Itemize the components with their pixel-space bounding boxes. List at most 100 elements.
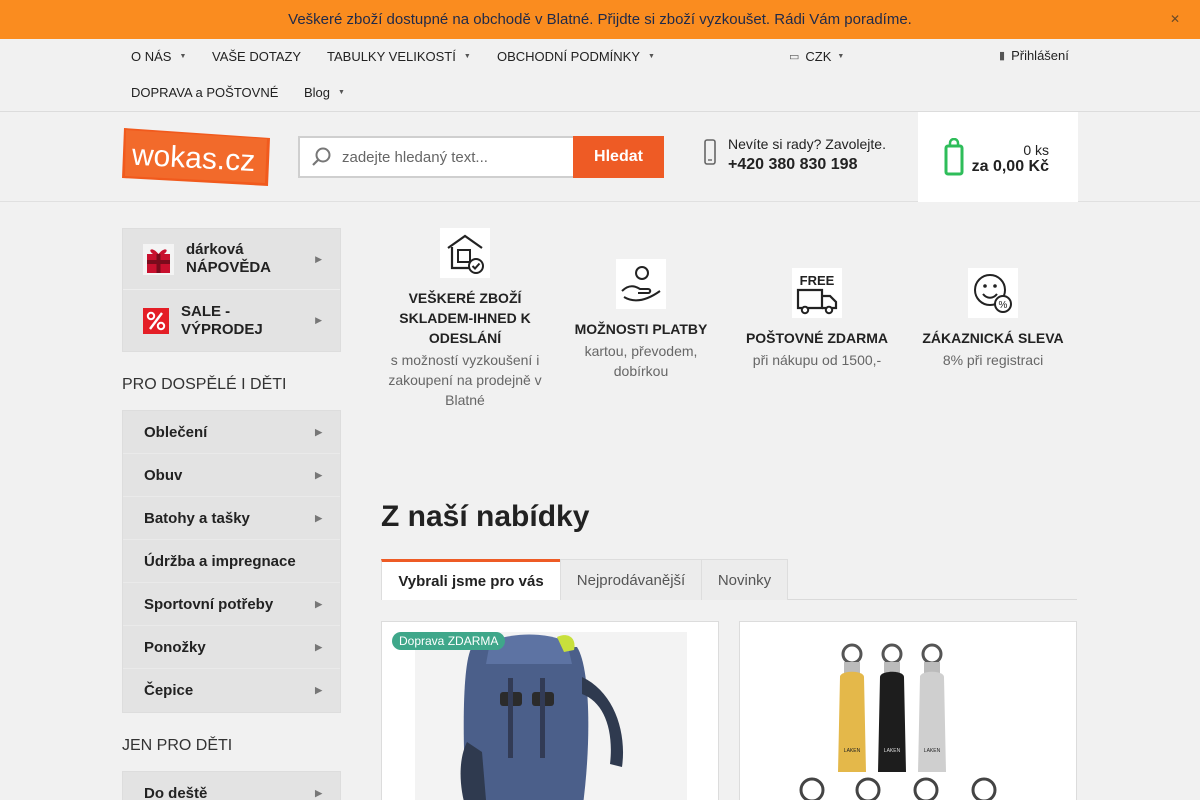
search-button[interactable]: Hledat xyxy=(573,136,664,178)
cart-total: za 0,00 Kč xyxy=(971,158,1049,175)
benefit-subtitle: s možností vyzkoušení i zakoupení na pro… xyxy=(388,352,542,408)
percent-icon xyxy=(143,307,169,334)
free-label: FREE xyxy=(800,273,835,288)
gift-icon xyxy=(143,243,174,275)
menu-item-podminky[interactable]: OBCHODNÍ PODMÍNKY ▼ xyxy=(497,49,655,64)
menu-item-label: O NÁS xyxy=(131,49,172,64)
tab-vybrali-jsme[interactable]: Vybrali jsme pro vás xyxy=(381,559,561,600)
discount-smile-icon: % xyxy=(968,268,1018,318)
chevron-right-icon: ▶ xyxy=(315,315,322,325)
chevron-right-icon: ▶ xyxy=(315,598,322,609)
close-icon[interactable]: ✕ xyxy=(1168,12,1182,26)
category-label: Údržba a impregnace xyxy=(144,552,296,570)
menu-item-label: VAŠE DOTAZY xyxy=(212,49,302,64)
chevron-right-icon: ▶ xyxy=(315,788,322,798)
menu-item-dotazy[interactable]: VAŠE DOTAZY xyxy=(212,49,301,64)
chevron-right-icon: ▶ xyxy=(315,512,322,523)
benefit-item: VEŠKERÉ ZBOŽÍ SKLADEM-IHNED K ODESLÁNÍ s… xyxy=(381,228,549,410)
header: wokas.cz Hledat Nevíte si rady? Zavolejt… xyxy=(0,112,1200,202)
search-input[interactable] xyxy=(342,148,562,166)
currency-label: CZK xyxy=(805,49,832,64)
product-card[interactable]: Doprava ZDARMA xyxy=(381,621,719,800)
svg-text:%: % xyxy=(999,300,1008,311)
chevron-right-icon: ▶ xyxy=(315,469,322,480)
benefit-title: VEŠKERÉ ZBOŽÍ SKLADEM-IHNED K ODESLÁNÍ xyxy=(399,290,531,346)
payment-hand-icon xyxy=(616,259,666,309)
sidebar-item-darkova-napoveda[interactable]: dárková NÁPOVĚDA ▶ xyxy=(123,229,340,290)
menu-item-doprava[interactable]: DOPRAVA a POŠTOVNÉ xyxy=(131,85,278,100)
login-link[interactable]: ▮ Přihlášení xyxy=(999,48,1069,63)
svg-text:LAKEN: LAKEN xyxy=(884,748,901,754)
benefit-title: ZÁKAZNICKÁ SLEVA xyxy=(922,330,1064,346)
currency-selector[interactable]: ▭ CZK ▼ xyxy=(789,49,844,64)
lock-icon: ▮ xyxy=(999,50,1006,62)
cart-bag-icon xyxy=(944,138,964,176)
cart-widget[interactable]: 0 ks za 0,00 Kč xyxy=(918,112,1078,202)
category-label: Batohy a tašky xyxy=(144,509,250,527)
bottles-image: LAKEN LAKEN LAKEN xyxy=(740,622,1076,800)
tab-nejprodavanejsi[interactable]: Nejprodávanější xyxy=(560,559,702,600)
menu-item-label: Blog xyxy=(304,85,331,100)
offer-title: Z naší nabídky xyxy=(381,500,590,533)
benefit-title: MOŽNOSTI PLATBY xyxy=(574,321,708,337)
chevron-down-icon: ▼ xyxy=(837,53,845,60)
category-item[interactable]: Do deště ▶ xyxy=(123,772,340,800)
sidebar-item-sale[interactable]: SALE - VÝPRODEJ ▶ xyxy=(123,290,340,351)
category-label: Ponožky xyxy=(144,638,206,656)
menu-item-label: TABULKY VELIKOSTÍ xyxy=(327,49,456,64)
category-item[interactable]: Ponožky ▶ xyxy=(123,626,340,669)
category-item[interactable]: Údržba a impregnace xyxy=(123,540,340,583)
search-box xyxy=(298,136,574,178)
benefit-item: FREE POŠTOVNÉ ZDARMA při nákupu od 1500,… xyxy=(733,268,901,370)
menu-item-o-nas[interactable]: O NÁS ▼ xyxy=(131,49,186,64)
search-icon xyxy=(300,138,342,176)
offer-tabs: Vybrali jsme pro vás Nejprodávanější Nov… xyxy=(381,559,1077,600)
warehouse-icon xyxy=(440,228,490,278)
menu-item-tabulky[interactable]: TABULKY VELIKOSTÍ ▼ xyxy=(327,49,471,64)
section-title-kids: JEN PRO DĚTI xyxy=(122,737,233,754)
svg-text:LAKEN: LAKEN xyxy=(924,748,941,754)
benefit-title: POŠTOVNÉ ZDARMA xyxy=(745,330,889,346)
banner-text: Veškeré zboží dostupné na obchodě v Blat… xyxy=(288,11,912,28)
chevron-down-icon: ▼ xyxy=(463,53,471,60)
login-label: Přihlášení xyxy=(1011,48,1069,63)
category-label: Obuv xyxy=(144,466,183,484)
cart-qty: 0 ks xyxy=(1023,142,1049,158)
section-title-adults-kids: PRO DOSPĚLÉ I DĚTI xyxy=(122,376,287,393)
svg-text:LAKEN: LAKEN xyxy=(844,748,861,754)
category-label: Do deště xyxy=(144,785,208,800)
kids-category-list: Do deště ▶ xyxy=(122,771,341,800)
shipping-badge: Doprava ZDARMA xyxy=(392,632,506,650)
benefit-subtitle: kartou, převodem, dobírkou xyxy=(584,343,698,379)
phone-number[interactable]: +420 380 830 198 xyxy=(728,156,886,174)
contact-box: Nevíte si rady? Zavolejte. +420 380 830 … xyxy=(704,136,886,174)
free-delivery-icon: FREE xyxy=(792,268,842,318)
category-item[interactable]: Batohy a tašky ▶ xyxy=(123,497,340,540)
chevron-down-icon: ▼ xyxy=(338,89,345,96)
phone-icon xyxy=(704,138,718,172)
sidebar-item-label: dárková NÁPOVĚDA xyxy=(186,241,272,276)
category-item[interactable]: Sportovní potřeby ▶ xyxy=(123,583,340,626)
wokas-logo[interactable]: wokas.cz xyxy=(122,126,272,188)
chevron-right-icon: ▶ xyxy=(315,641,322,652)
menu-item-blog[interactable]: Blog ▼ xyxy=(304,85,345,100)
top-banner: Veškeré zboží dostupné na obchodě v Blat… xyxy=(0,0,1200,39)
top-menu: O NÁS ▼ VAŠE DOTAZY TABULKY VELIKOSTÍ ▼ OB… xyxy=(0,39,1200,112)
category-item[interactable]: Čepice ▶ xyxy=(123,669,340,712)
category-label: Sportovní potřeby xyxy=(144,595,274,613)
tab-novinky[interactable]: Novinky xyxy=(701,559,788,600)
chevron-right-icon: ▶ xyxy=(315,426,322,437)
category-label: Oblečení xyxy=(144,423,208,441)
chevron-right-icon: ▶ xyxy=(315,685,322,695)
menu-item-label: DOPRAVA a POŠTOVNÉ xyxy=(131,85,279,100)
benefit-subtitle: 8% při registraci xyxy=(942,352,1044,368)
sidebar: dárková NÁPOVĚDA ▶ SALE - VÝPRODEJ ▶ PRO… xyxy=(122,228,341,800)
sidebar-item-label: SALE - VÝPRODEJ xyxy=(181,302,263,338)
product-card[interactable]: LAKEN LAKEN LAKEN xyxy=(739,621,1077,800)
category-item[interactable]: Obuv ▶ xyxy=(123,454,340,497)
coins-icon: ▭ xyxy=(789,51,800,63)
benefit-item: % ZÁKAZNICKÁ SLEVA 8% při registraci xyxy=(909,268,1077,370)
benefit-subtitle: při nákupu od 1500,- xyxy=(752,352,882,368)
category-item[interactable]: Oblečení ▶ xyxy=(123,411,340,454)
benefits-row: VEŠKERÉ ZBOŽÍ SKLADEM-IHNED K ODESLÁNÍ s… xyxy=(381,228,1077,428)
